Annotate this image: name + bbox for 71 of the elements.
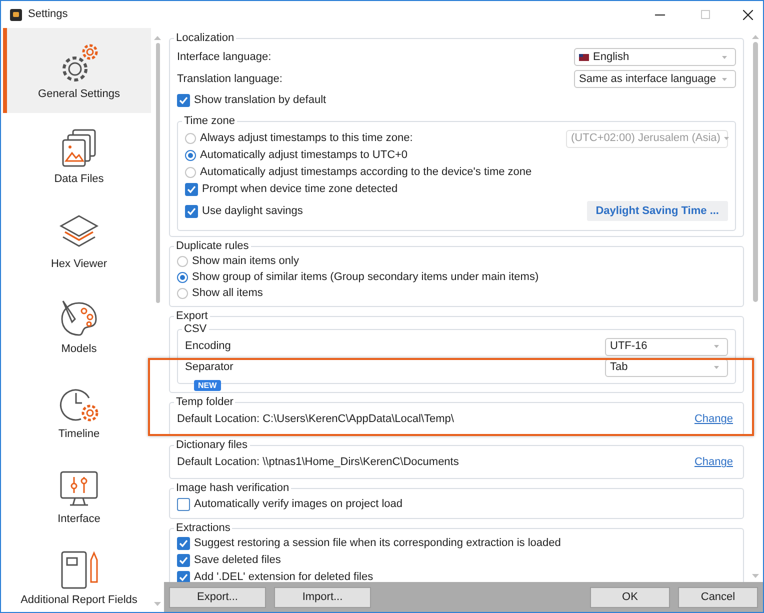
window-title: Settings <box>28 7 68 22</box>
radio-label: Automatically adjust timestamps according to the device's time zone <box>200 165 532 180</box>
radio-label: Always adjust timestamps to this time zone: <box>200 131 413 146</box>
radio-button[interactable] <box>177 256 188 266</box>
sidebar-item[interactable]: General Settings <box>3 28 151 113</box>
checkbox[interactable] <box>177 498 190 510</box>
group-title: Export <box>175 310 209 323</box>
sidebar-item[interactable]: Timeline <box>3 368 151 453</box>
dropdown[interactable]: Tab <box>605 358 728 376</box>
group-title: Extractions <box>175 522 232 535</box>
checkbox[interactable] <box>185 204 198 218</box>
checkbox-label: Show translation by default <box>194 93 326 108</box>
caret-icon <box>722 56 727 58</box>
daylight-saving-button[interactable]: Daylight Saving Time ... <box>586 201 728 221</box>
checkbox-label: Suggest restoring a session file when its corresponding extraction is loaded <box>194 536 561 552</box>
sidebar-item[interactable]: Data Files <box>3 113 151 198</box>
sidebar-item[interactable]: Hex Viewer <box>3 198 151 283</box>
checkbox[interactable] <box>177 554 190 567</box>
caret-icon <box>714 366 719 369</box>
group-title: CSV <box>183 323 208 336</box>
flag-icon <box>579 54 589 60</box>
group-title: Temp folder <box>175 396 234 409</box>
footer-button[interactable]: Import... <box>274 586 371 608</box>
scrollbar-thumb[interactable] <box>156 43 160 303</box>
checkbox-label: Add '.DEL' extension for deleted files <box>194 570 374 582</box>
radio-button[interactable] <box>185 167 196 178</box>
checkbox-label: Automatically verify images on project load <box>194 496 402 512</box>
field-label: Translation language: <box>177 72 284 87</box>
dropdown[interactable]: Same as interface language <box>574 70 736 88</box>
caret-icon <box>724 137 730 140</box>
group-title: Duplicate rules <box>175 240 250 253</box>
radio-label: Automatically adjust timestamps to UTC+0 <box>200 148 408 164</box>
radio-label: Show group of similar items (Group secondary items under main items) <box>192 270 539 285</box>
checkbox[interactable] <box>177 537 190 550</box>
group-title: Localization <box>175 32 236 45</box>
radio-button[interactable] <box>185 150 196 161</box>
group-title: Time zone <box>183 115 236 128</box>
field-label: Interface language: <box>177 50 272 65</box>
field-label: Encoding <box>185 339 232 354</box>
change-link[interactable]: Change <box>694 454 733 471</box>
footer-button[interactable]: Export... <box>169 586 266 608</box>
footer-button[interactable]: OK <box>590 586 670 608</box>
caret-icon <box>722 78 727 80</box>
location-path: Default Location: C:\Users\KerenC\AppData\Local\Temp\ <box>177 412 455 428</box>
change-link[interactable]: Change <box>694 411 733 428</box>
dropdown[interactable]: UTF-16 <box>605 338 728 356</box>
new-badge: NEW <box>194 380 221 391</box>
sidebar-item[interactable]: Interface <box>3 453 151 538</box>
radio-label: Show main items only <box>192 254 299 269</box>
footer-button[interactable]: Cancel <box>678 586 758 608</box>
group-title: Dictionary files <box>175 439 249 452</box>
radio-button[interactable] <box>185 133 196 144</box>
checkbox[interactable] <box>177 94 190 107</box>
group-title: Image hash verification <box>175 482 290 495</box>
caret-icon <box>714 345 719 348</box>
dropdown[interactable]: English <box>574 48 736 66</box>
checkbox[interactable] <box>177 571 190 582</box>
checkbox-label: Save deleted files <box>194 553 281 568</box>
field-label: Separator <box>185 360 234 376</box>
app-icon <box>10 8 22 20</box>
checkbox[interactable] <box>185 183 198 196</box>
radio-button[interactable] <box>177 288 188 298</box>
sidebar-item[interactable]: Models <box>3 283 151 368</box>
location-path: Default Location: \\ptnas1\Home_Dirs\KerenC\Documents <box>177 455 460 470</box>
close-icon[interactable] <box>743 10 753 20</box>
radio-button[interactable] <box>177 272 188 282</box>
checkbox-label: Use daylight savings <box>202 204 303 219</box>
scrollbar-thumb[interactable] <box>753 42 758 302</box>
sidebar-item[interactable]: Additional Report Fields <box>3 538 151 612</box>
checkbox-label: Prompt when device time zone detected <box>202 182 398 198</box>
radio-label: Show all items <box>192 286 263 301</box>
